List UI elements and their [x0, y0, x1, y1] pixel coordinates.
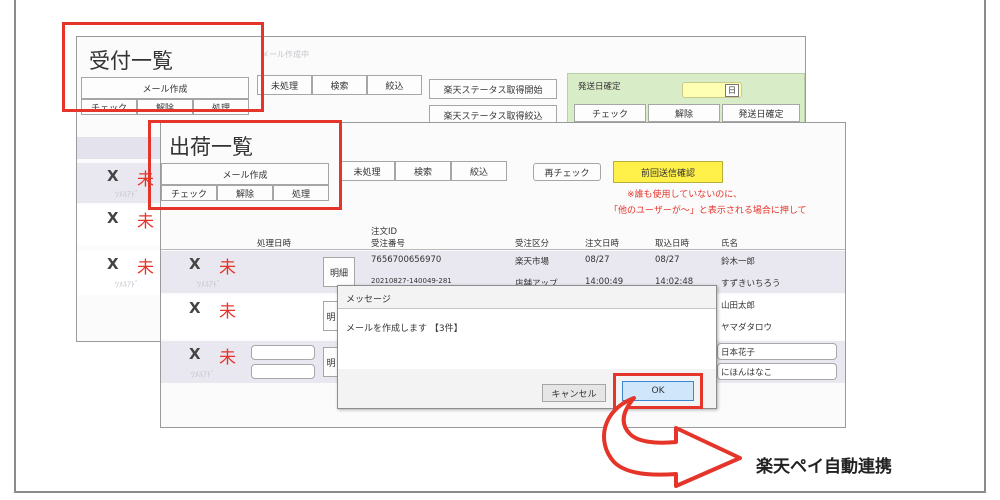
- status-unprocessed: 未: [137, 258, 154, 278]
- ship-date-fix-button[interactable]: 発送日確定: [722, 104, 800, 122]
- customer-name-kana: ヤマダタロウ: [721, 323, 773, 333]
- ship-release-button[interactable]: 解除: [648, 104, 720, 122]
- order-number: 7656700656970: [371, 255, 442, 265]
- ship-date-confirm-label: 発送日確定: [578, 82, 621, 92]
- header-divider: [161, 249, 845, 250]
- status-unprocessed: 未: [219, 302, 236, 322]
- reception-title-highlight: [62, 22, 264, 112]
- delete-x-icon[interactable]: X: [189, 299, 201, 317]
- name-kana-field[interactable]: にほんはなこ: [717, 363, 837, 380]
- previous-send-confirm-button[interactable]: 前回送信確認: [613, 161, 723, 183]
- reception-filter-tab[interactable]: 絞込: [367, 75, 422, 95]
- reception-search-tab[interactable]: 検索: [312, 75, 367, 95]
- customer-name-kana: すずきいちろう: [721, 279, 781, 289]
- col-name: 氏名: [721, 239, 739, 249]
- shipping-filter-tab[interactable]: 絞込: [451, 161, 507, 181]
- order-date: 08/27: [585, 255, 610, 265]
- memo-field[interactable]: [251, 364, 315, 379]
- col-processed-at: 処理日時: [257, 239, 292, 249]
- status-unprocessed: 未: [219, 258, 236, 278]
- delete-x-icon[interactable]: X: [189, 255, 201, 273]
- delete-x-icon[interactable]: X: [107, 255, 119, 273]
- customer-name: 山田太郎: [721, 301, 756, 311]
- dialog-message: メールを作成します 【3件】: [346, 324, 463, 334]
- import-date: 08/27: [655, 255, 680, 265]
- rakuten-pay-auto-link-callout: 楽天ペイ自動連携: [756, 457, 892, 477]
- notice-line-1: ※誰も使用していないのに、: [627, 190, 743, 200]
- ship-check-button[interactable]: チェック: [574, 104, 646, 122]
- ship-date-input[interactable]: 日: [682, 82, 742, 98]
- name-field[interactable]: 日本花子: [717, 343, 837, 360]
- col-import-date: 取込日時: [655, 239, 690, 249]
- row-sub-label: ﾂﾒﾙｱﾄﾞ: [191, 370, 215, 379]
- dialog-title: メッセージ: [346, 295, 391, 305]
- status-unprocessed: 未: [219, 348, 236, 368]
- ship-date-panel: 発送日確定 日 チェック 解除 発送日確定: [567, 73, 805, 125]
- detail-button[interactable]: 明細: [323, 257, 355, 287]
- customer-name-kana: にほんはなこ: [721, 368, 773, 378]
- receipt-type: 楽天市場: [515, 257, 550, 267]
- shipping-unprocessed-tab[interactable]: 未処理: [339, 161, 395, 181]
- delete-x-icon[interactable]: X: [189, 345, 201, 363]
- callout-arrow-icon: [602, 396, 742, 488]
- notice-line-2: 「他のユーザーが～」と表示される場合に押して: [609, 206, 807, 216]
- mail-creating-label: メール作成中: [261, 50, 309, 59]
- col-order-id: 注文ID: [371, 227, 398, 237]
- row-sub-label: ﾂﾒﾙｱﾄﾞ: [197, 280, 221, 289]
- dialog-body: メールを作成します 【3件】: [338, 309, 716, 369]
- reception-unprocessed-tab[interactable]: 未処理: [257, 75, 312, 95]
- shipping-search-tab[interactable]: 検索: [395, 161, 451, 181]
- row-sub-label: ﾂﾒﾙｱﾄﾞ: [115, 190, 139, 199]
- memo-field[interactable]: [251, 345, 315, 360]
- calendar-icon[interactable]: 日: [725, 84, 739, 97]
- col-receipt-type: 受注区分: [515, 239, 550, 249]
- customer-name: 鈴木一郎: [721, 257, 756, 267]
- customer-name: 日本花子: [721, 348, 756, 358]
- rakuten-status-start-button[interactable]: 楽天ステータス取得開始: [429, 79, 557, 99]
- col-receipt-no: 受注番号: [371, 239, 406, 249]
- delete-x-icon[interactable]: X: [107, 167, 119, 185]
- status-unprocessed: 未: [137, 212, 154, 232]
- order-sub-number: 20210827-140049-281: [371, 277, 452, 285]
- row-sub-label: ﾂﾒﾙｱﾄﾞ: [115, 280, 139, 289]
- shipping-title-highlight: [148, 120, 342, 210]
- col-order-date: 注文日時: [585, 239, 620, 249]
- delete-x-icon[interactable]: X: [107, 209, 119, 227]
- recheck-button[interactable]: 再チェック: [533, 163, 601, 181]
